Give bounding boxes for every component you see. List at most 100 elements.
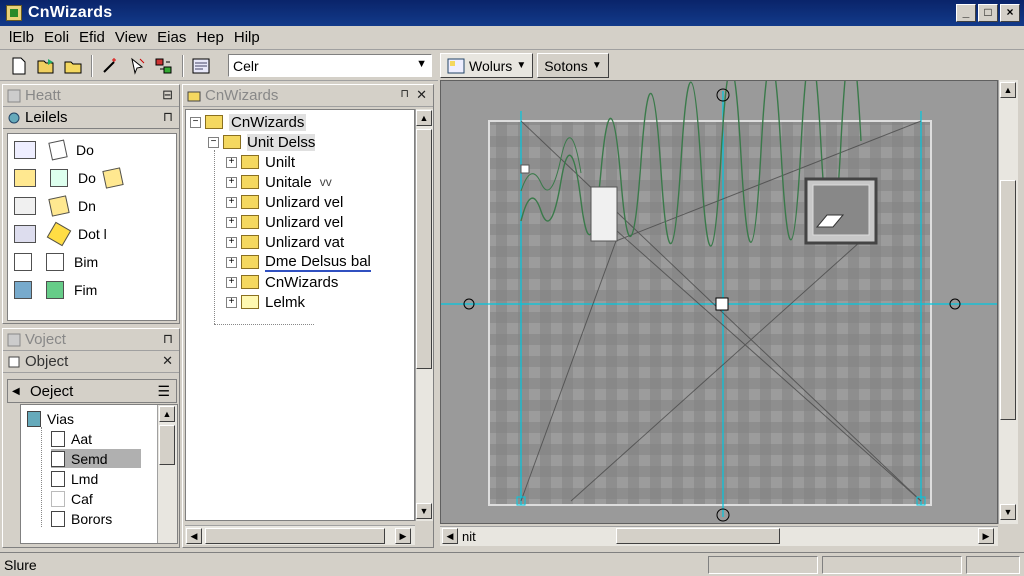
list-item[interactable]: Do — [14, 138, 94, 162]
tree-node[interactable]: + Unlizard vel — [226, 192, 343, 212]
close-button[interactable]: × — [1000, 4, 1020, 22]
tree-node[interactable]: + Dme Delsus bal — [226, 252, 371, 272]
menu-tools[interactable]: Eias — [152, 29, 191, 46]
menu-file[interactable]: lElb — [4, 29, 39, 46]
expand-icon[interactable]: + — [226, 236, 237, 248]
canvas-horizontal-scrollbar[interactable]: ◀ nit ▶ — [440, 526, 998, 546]
tree-node[interactable]: + Unlizard vat — [226, 232, 344, 252]
component-combo[interactable]: Celr ▼ — [228, 54, 432, 77]
pin-icon[interactable]: ⊓ — [163, 331, 173, 347]
scroll-thumb[interactable] — [159, 425, 175, 465]
chevron-down-icon[interactable]: ▼ — [592, 60, 602, 71]
spark-icon — [46, 221, 72, 247]
open-icon[interactable] — [33, 54, 59, 78]
scroll-right-icon[interactable]: ▶ — [978, 528, 994, 544]
levels-panel: Heatt ⊟ Leilels ⊓ Do Do Dn Dot l Bim Fim — [2, 84, 180, 324]
file-icon — [241, 295, 259, 309]
menu-icon[interactable]: ☰ — [157, 383, 170, 400]
list-item[interactable]: Dn — [14, 194, 96, 218]
left-arrow-icon[interactable]: ◀ — [12, 386, 20, 397]
wizard-tree-panel: CnWizards ⊓ ✕ − CnWizards − Unit Delss +… — [182, 84, 434, 548]
scroll-thumb[interactable] — [416, 129, 432, 369]
tree-node[interactable]: + Unilt — [226, 152, 295, 172]
folder-icon — [205, 115, 223, 129]
scroll-left-icon[interactable]: ◀ — [442, 528, 458, 544]
folder-icon — [223, 135, 241, 149]
scroll-thumb[interactable] — [1000, 180, 1016, 420]
tree-item[interactable]: Lmd — [51, 469, 98, 488]
expand-icon[interactable]: + — [226, 276, 237, 288]
expand-icon[interactable]: + — [226, 196, 237, 208]
scroll-thumb[interactable] — [205, 528, 385, 544]
scroll-left-icon[interactable]: ◀ — [186, 528, 202, 544]
tag-icon — [48, 195, 70, 217]
status-panel — [708, 556, 818, 574]
scroll-right-icon[interactable]: ▶ — [395, 528, 411, 544]
expand-icon[interactable]: + — [226, 296, 237, 308]
minimize-button[interactable]: _ — [956, 4, 976, 22]
close-icon[interactable]: ✕ — [416, 87, 427, 103]
pin-icon[interactable]: ⊓ — [400, 87, 409, 100]
new-file-icon[interactable] — [6, 54, 32, 78]
tab-sotons[interactable]: Sotons ▼ — [537, 53, 609, 78]
pointer-icon[interactable] — [124, 54, 150, 78]
tree-item[interactable]: Aat — [51, 429, 92, 448]
wand-icon[interactable] — [97, 54, 123, 78]
tree-item[interactable]: Borors — [51, 509, 112, 528]
menu-view[interactable]: View — [110, 29, 152, 46]
pin-icon[interactable]: ⊓ — [163, 109, 173, 125]
scroll-down-icon[interactable]: ▼ — [416, 503, 432, 519]
list-item[interactable]: Fim — [14, 278, 97, 302]
scroll-up-icon[interactable]: ▲ — [1000, 82, 1016, 98]
form-icon[interactable] — [188, 54, 214, 78]
maximize-button[interactable]: □ — [978, 4, 998, 22]
vertical-scrollbar[interactable]: ▲ ▼ — [415, 109, 433, 521]
tree-item[interactable]: Caf — [51, 489, 93, 508]
scroll-up-icon[interactable]: ▲ — [416, 110, 432, 126]
list-item[interactable]: Do — [14, 166, 132, 190]
menu-bar: lElb Eoli Efid View Eias Hep Hilp — [0, 26, 1024, 50]
tree-node-root[interactable]: − CnWizards — [190, 112, 307, 132]
collapse-icon[interactable]: − — [208, 136, 219, 148]
menu-help[interactable]: Hilp — [229, 29, 265, 46]
folder-icon[interactable] — [60, 54, 86, 78]
design-canvas[interactable] — [440, 80, 998, 524]
tree-item-selected[interactable]: Semd — [51, 449, 141, 468]
list-item[interactable]: Dot l — [14, 221, 107, 247]
menu-help-alt[interactable]: Hep — [191, 29, 229, 46]
object-combo[interactable]: ◀ Oeject ☰ — [7, 379, 177, 403]
vertical-scrollbar[interactable]: ▲ — [157, 405, 177, 543]
close-icon[interactable]: ✕ — [162, 353, 173, 369]
list-item[interactable]: Bim — [14, 250, 98, 274]
expand-icon[interactable]: + — [226, 216, 237, 228]
expand-icon[interactable]: + — [226, 256, 237, 268]
tree-node[interactable]: + Unlizard vel — [226, 212, 343, 232]
status-panel — [966, 556, 1020, 574]
tree-node[interactable]: + Lelmk — [226, 292, 305, 312]
collapse-icon[interactable]: − — [190, 116, 201, 128]
toolbar-separator — [182, 54, 184, 77]
status-text: Slure — [4, 556, 37, 573]
component-icon[interactable] — [151, 54, 177, 78]
tab-wolurs[interactable]: Wolurs ▼ — [440, 53, 534, 78]
horizontal-scrollbar[interactable]: ◀ ▶ — [185, 525, 415, 545]
chevron-down-icon[interactable]: ▼ — [516, 60, 526, 71]
menu-find[interactable]: Efid — [74, 29, 110, 46]
expand-icon[interactable]: + — [226, 156, 237, 168]
scroll-down-icon[interactable]: ▼ — [1000, 504, 1016, 520]
canvas-vertical-scrollbar[interactable]: ▲ ▼ — [998, 80, 1018, 524]
scroll-up-icon[interactable]: ▲ — [159, 406, 175, 422]
scroll-thumb[interactable] — [616, 528, 780, 544]
tree-root[interactable]: Vias — [27, 409, 74, 428]
control-a — [590, 186, 618, 242]
doc-icon — [51, 470, 65, 487]
doc-icon — [51, 450, 65, 467]
menu-edit[interactable]: Eoli — [39, 29, 74, 46]
tree-node[interactable]: + Unitale vv — [226, 172, 332, 192]
pin-icon[interactable]: ⊟ — [162, 87, 173, 103]
chevron-down-icon[interactable]: ▼ — [416, 58, 427, 70]
tree-node[interactable]: + CnWizards — [226, 272, 338, 292]
pencil-icon — [48, 139, 68, 161]
tree-node[interactable]: − Unit Delss — [208, 132, 316, 152]
expand-icon[interactable]: + — [226, 176, 237, 188]
